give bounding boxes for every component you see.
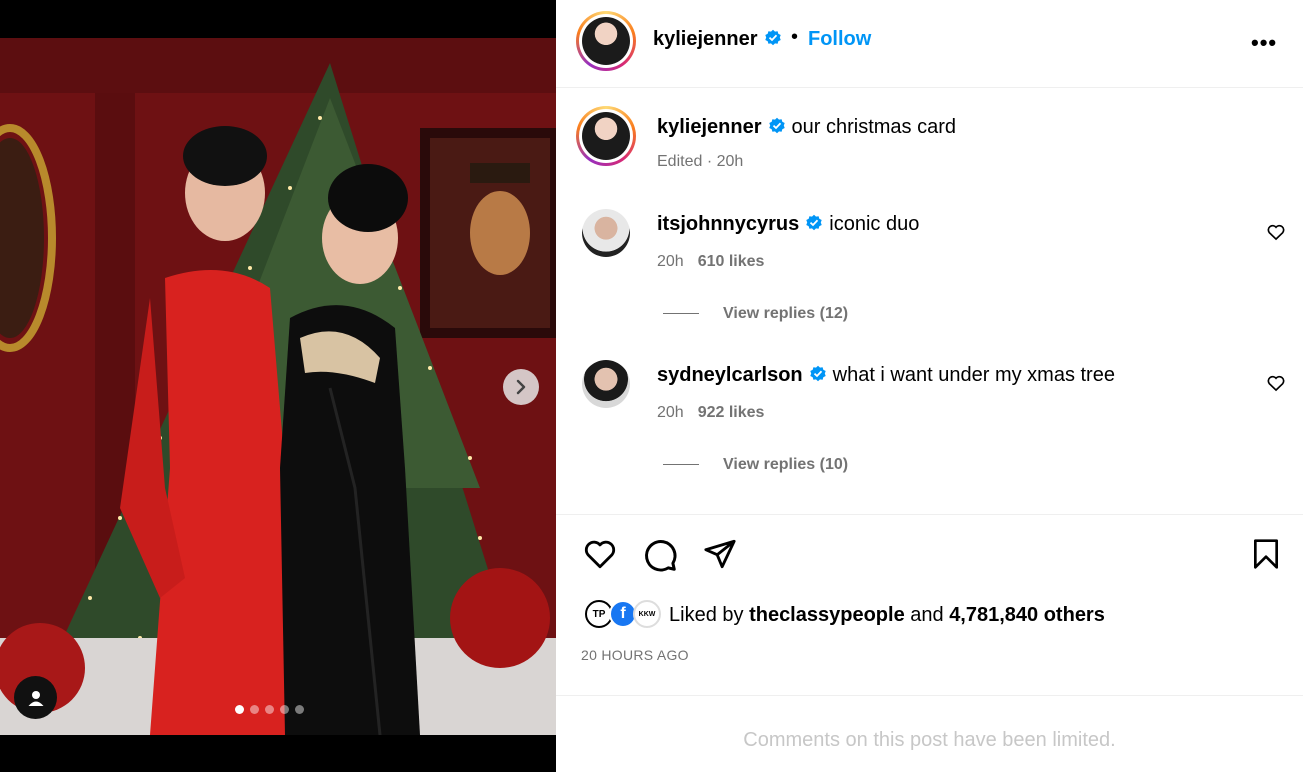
liked-by: Liked by theclassypeople and 4,781,840 o…: [669, 604, 1105, 627]
verified-icon: [809, 365, 826, 382]
replies-divider: [663, 464, 699, 466]
post-header: kyliejenner • Follow •••: [556, 0, 1303, 88]
comment-username[interactable]: sydneylcarlson: [657, 364, 803, 386]
pagination-dot: [295, 705, 304, 714]
view-replies-button[interactable]: View replies (10): [663, 456, 848, 474]
action-bar: [556, 514, 1303, 515]
verified-icon: [764, 29, 781, 46]
verified-icon: [768, 117, 785, 134]
post-timestamp[interactable]: 20 HOURS AGO: [581, 647, 689, 663]
more-options-button[interactable]: •••: [1251, 30, 1277, 56]
comment-avatar[interactable]: [582, 360, 630, 408]
author-avatar[interactable]: [576, 11, 636, 71]
caption-meta: Edited · 20h: [657, 153, 744, 170]
comment-time: 20h: [657, 253, 684, 270]
user-tag-icon: [28, 690, 43, 706]
comment-time: 20h: [657, 404, 684, 421]
view-replies-label: View replies (10): [723, 456, 849, 473]
pagination-dot: [280, 705, 289, 714]
post-photo[interactable]: [0, 38, 556, 735]
comment-text: what i want under my xmas tree: [832, 364, 1115, 386]
pagination-dot: [265, 705, 274, 714]
comment-item: sydneylcarlson what i want under my xmas …: [657, 364, 1115, 387]
comment-likes[interactable]: 922 likes: [698, 404, 765, 421]
comment-meta: 20h 610 likes: [657, 253, 764, 271]
tagged-users-button[interactable]: [14, 676, 57, 719]
caption-author-avatar[interactable]: [576, 106, 636, 166]
comment-meta: 20h 922 likes: [657, 404, 764, 422]
author-username[interactable]: kyliejenner: [653, 28, 782, 51]
share-icon[interactable]: [702, 537, 738, 571]
heart-icon[interactable]: [1266, 373, 1286, 393]
liked-by-others[interactable]: 4,781,840 others: [949, 604, 1105, 626]
caption-text: our christmas card: [791, 116, 957, 138]
bookmark-icon[interactable]: [1250, 537, 1282, 571]
heart-icon[interactable]: [582, 537, 618, 571]
caption: kyliejenner our christmas card: [657, 116, 956, 139]
heart-icon[interactable]: [1266, 222, 1286, 242]
comment-item: itsjohnnycyrus iconic duo: [657, 213, 919, 236]
author-username-text: kyliejenner: [653, 28, 758, 50]
pagination-dot: [250, 705, 259, 714]
media-pane: [0, 0, 556, 772]
comments-limited-notice: Comments on this post have been limited.: [556, 695, 1303, 772]
photo-illustration: [0, 38, 556, 735]
comment-username[interactable]: itsjohnnycyrus: [657, 213, 799, 235]
view-replies-label: View replies (12): [723, 305, 849, 322]
caption-username[interactable]: kyliejenner: [657, 116, 762, 138]
post-viewer: kyliejenner • Follow ••• kyliejenner our …: [0, 0, 1303, 772]
header-separator: •: [791, 26, 799, 48]
comment-text: iconic duo: [829, 213, 920, 235]
view-replies-button[interactable]: View replies (12): [663, 305, 848, 323]
liked-by-prefix: Liked by: [669, 604, 744, 626]
liked-by-user[interactable]: theclassypeople: [749, 604, 905, 626]
chevron-right-icon: [516, 379, 526, 395]
media-pagination-dots: [235, 705, 304, 714]
verified-icon: [806, 214, 822, 231]
replies-divider: [663, 313, 699, 315]
comment-avatar[interactable]: [582, 209, 630, 257]
comment-icon[interactable]: [642, 537, 678, 573]
comment-likes[interactable]: 610 likes: [698, 253, 765, 270]
next-media-button[interactable]: [503, 369, 539, 405]
liked-by-and: and: [910, 604, 944, 626]
liker-avatar[interactable]: KKW: [633, 600, 661, 628]
pagination-dot: [235, 705, 244, 714]
post-details-panel: kyliejenner • Follow ••• kyliejenner our …: [556, 0, 1303, 772]
follow-button[interactable]: Follow: [808, 28, 871, 51]
